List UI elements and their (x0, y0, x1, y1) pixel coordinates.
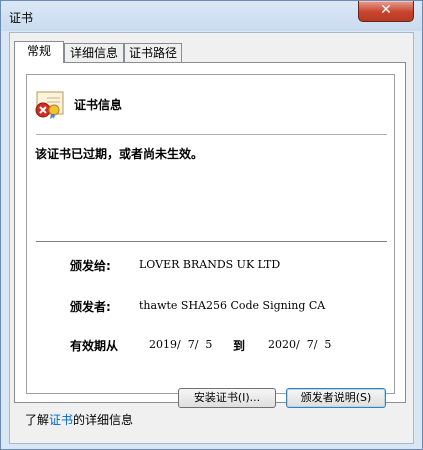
valid-from-date: 2019/ 7/ 5 (149, 338, 213, 351)
certificate-info-heading: 证书信息 (74, 98, 123, 112)
validity-label: 有效期从 (70, 339, 119, 353)
issued-to-value: LOVER BRANDS UK LTD (139, 258, 281, 271)
install-certificate-button[interactable]: 安装证书(I)... (178, 388, 276, 408)
dialog-body: 常规 详细信息 证书路径 证书信息 该证书已过期，或者尚未生效。 颁发给: LO… (9, 32, 414, 444)
valid-to-date: 2020/ 7/ 5 (268, 338, 332, 351)
tab-panel-general: 证书信息 该证书已过期，或者尚未生效。 颁发给: LOVER BRANDS UK… (14, 62, 406, 403)
certificate-status-text: 该证书已过期，或者尚未生效。 (35, 147, 204, 161)
title-bar[interactable]: 证书 ✕ (1, 1, 422, 31)
close-button[interactable]: ✕ (358, 1, 414, 22)
certificates-help-link[interactable]: 证书 (49, 413, 73, 427)
certificate-error-icon (35, 91, 64, 119)
details-divider (36, 241, 387, 242)
learn-more-suffix: 的详细信息 (73, 413, 134, 427)
issuer-statement-button[interactable]: 颁发者说明(S) (286, 388, 386, 408)
to-label: 到 (233, 339, 246, 353)
learn-more-prefix: 了解 (25, 413, 50, 427)
issued-by-value: thawte SHA256 Code Signing CA (139, 299, 326, 312)
window-title: 证书 (9, 11, 34, 25)
learn-more-text: 了解证书的详细信息 (25, 411, 133, 428)
header-divider (36, 134, 387, 135)
issued-by-label: 颁发者: (70, 300, 111, 314)
tab-details[interactable]: 详细信息 (64, 43, 124, 63)
tab-certification-path[interactable]: 证书路径 (124, 43, 182, 63)
tab-general[interactable]: 常规 (14, 41, 64, 63)
certificate-info-box: 证书信息 该证书已过期，或者尚未生效。 颁发给: LOVER BRANDS UK… (26, 74, 395, 394)
certificate-dialog: 证书 ✕ 常规 详细信息 证书路径 证书信息 该证书已过期，或者尚未生效。 颁发… (0, 0, 423, 450)
issued-to-label: 颁发给: (70, 259, 111, 273)
